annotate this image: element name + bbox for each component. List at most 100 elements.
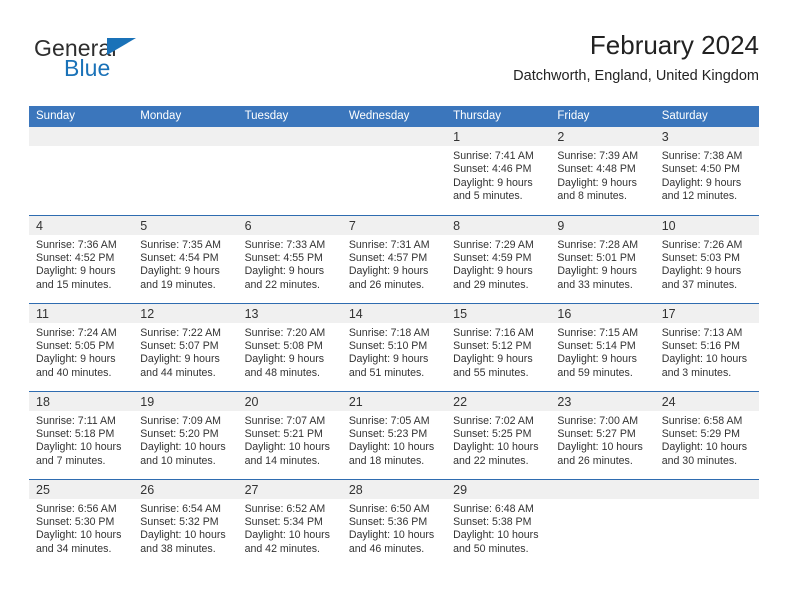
calendar-day-cell[interactable]: 17 Sunrise: 7:13 AM Sunset: 5:16 PM Dayligh… [654,302,759,391]
day-number: 17 [661,306,676,321]
sunset-text: Sunset: 5:30 PM [36,515,115,528]
calendar-day-cell[interactable]: 5 Sunrise: 7:35 AM Sunset: 4:54 PM Daylight… [133,214,238,303]
daylight-text-line2: and 5 minutes. [453,190,523,203]
calendar-day-cell[interactable]: 7 Sunrise: 7:31 AM Sunset: 4:57 PM Daylight… [341,214,447,303]
calendar-day-cell[interactable]: 1 Sunrise: 7:41 AM Sunset: 4:46 PM Daylight… [446,127,551,215]
sunset-text: Sunset: 5:34 PM [244,515,323,528]
triangle-flag-icon [107,38,136,55]
calendar-day-cell[interactable]: 15 Sunrise: 7:16 AM Sunset: 5:12 PM Dayligh… [446,302,551,391]
general-blue-logo[interactable]: General Blue [34,36,254,92]
daylight-text-line1: Daylight: 9 hours [244,265,325,278]
calendar-day-cell[interactable]: 25 Sunrise: 6:56 AM Sunset: 5:30 PM Dayligh… [29,478,134,567]
day-number-strip: 8 [446,215,551,235]
day-details: Sunrise: 6:50 AM Sunset: 5:36 PM Daylight:… [342,499,446,557]
day-details: Sunrise: 6:58 AM Sunset: 5:29 PM Daylight:… [655,411,759,469]
sunset-text: Sunset: 5:20 PM [140,427,219,440]
sunrise-text: Sunrise: 7:38 AM [661,150,743,162]
day-details: Sunrise: 7:09 AM Sunset: 5:20 PM Daylight:… [133,411,237,469]
day-details: Sunrise: 6:56 AM Sunset: 5:30 PM Daylight:… [29,499,133,557]
sunset-text: Sunset: 4:50 PM [661,163,741,176]
sunrise-text: Sunrise: 7:39 AM [557,150,639,162]
calendar-day-cell[interactable]: 29 Sunrise: 6:48 AM Sunset: 5:38 PM Dayligh… [446,478,551,567]
calendar-week-row: 25 Sunrise: 6:56 AM Sunset: 5:30 PM Dayligh… [29,478,759,567]
day-number: 26 [140,482,155,497]
calendar-day-cell[interactable]: 14 Sunrise: 7:18 AM Sunset: 5:10 PM Dayligh… [341,302,447,391]
day-details: Sunrise: 7:35 AM Sunset: 4:54 PM Daylight:… [133,235,237,293]
calendar-day-cell[interactable]: 28 Sunrise: 6:50 AM Sunset: 5:36 PM Dayligh… [341,478,447,567]
calendar-day-cell[interactable]: 4 Sunrise: 7:36 AM Sunset: 4:52 PM Daylight… [29,214,134,303]
day-number-strip: 12 [133,303,238,323]
sunrise-text: Sunrise: 7:33 AM [244,238,326,251]
day-number: 28 [348,482,363,497]
calendar-day-cell[interactable]: 6 Sunrise: 7:33 AM Sunset: 4:55 PM Daylight… [237,214,342,303]
calendar-day-cell[interactable]: 23 Sunrise: 7:00 AM Sunset: 5:27 PM Dayligh… [550,390,655,479]
daylight-text-line2: and 55 minutes. [453,366,529,379]
daylight-text-line2: and 50 minutes. [453,542,529,555]
weekday-header-sunday: Sunday [29,106,134,127]
sunrise-text: Sunrise: 7:05 AM [348,414,430,427]
daylight-text-line1: Daylight: 9 hours [557,265,637,278]
sunset-text: Sunset: 4:48 PM [557,163,636,176]
sunset-text: Sunset: 4:59 PM [453,251,532,264]
day-number: 19 [140,394,155,409]
sunrise-text: Sunrise: 7:16 AM [453,326,534,339]
daylight-text-line2: and 48 minutes. [244,366,320,379]
calendar-day-cell-empty [550,478,655,567]
day-details: Sunrise: 6:52 AM Sunset: 5:34 PM Daylight:… [238,499,342,557]
sunrise-text: Sunrise: 7:20 AM [244,326,326,339]
calendar-day-cell[interactable]: 20 Sunrise: 7:07 AM Sunset: 5:21 PM Dayligh… [237,390,342,479]
calendar-day-cell[interactable]: 21 Sunrise: 7:05 AM Sunset: 5:23 PM Dayligh… [341,390,447,479]
day-number-strip: 26 [133,479,238,499]
calendar-day-cell[interactable]: 8 Sunrise: 7:29 AM Sunset: 4:59 PM Daylight… [446,214,551,303]
daylight-text-line1: Daylight: 9 hours [557,353,637,366]
daylight-text-line2: and 15 minutes. [36,278,112,291]
day-number: 4 [36,218,43,233]
sunset-text: Sunset: 4:54 PM [140,251,219,264]
sunset-text: Sunset: 5:16 PM [661,339,741,352]
sunset-text: Sunset: 4:52 PM [36,251,115,264]
calendar-day-cell[interactable]: 10 Sunrise: 7:26 AM Sunset: 5:03 PM Dayligh… [654,214,759,303]
calendar-day-cell[interactable]: 3 Sunrise: 7:38 AM Sunset: 4:50 PM Daylight… [654,127,759,215]
daylight-text-line2: and 26 minutes. [348,278,425,291]
calendar-day-cell[interactable]: 19 Sunrise: 7:09 AM Sunset: 5:20 PM Dayligh… [133,390,238,479]
daylight-text-line1: Daylight: 9 hours [140,265,220,278]
calendar-day-cell[interactable]: 11 Sunrise: 7:24 AM Sunset: 5:05 PM Dayligh… [29,302,134,391]
day-details: Sunrise: 7:18 AM Sunset: 5:10 PM Daylight:… [342,323,446,381]
daylight-text-line2: and 19 minutes. [140,278,216,291]
day-details: Sunrise: 7:26 AM Sunset: 5:03 PM Daylight:… [655,235,759,293]
calendar-week-row: 18 Sunrise: 7:11 AM Sunset: 5:18 PM Dayligh… [29,390,759,479]
calendar-day-cell[interactable]: 18 Sunrise: 7:11 AM Sunset: 5:18 PM Dayligh… [29,390,134,479]
calendar-day-cell[interactable]: 13 Sunrise: 7:20 AM Sunset: 5:08 PM Dayligh… [237,302,342,391]
sunrise-text: Sunrise: 7:07 AM [244,414,326,427]
calendar-day-cell[interactable]: 2 Sunrise: 7:39 AM Sunset: 4:48 PM Daylight… [550,127,655,215]
calendar-week-row: 4 Sunrise: 7:36 AM Sunset: 4:52 PM Daylight… [29,214,759,303]
day-number-strip [341,127,447,146]
sunset-text: Sunset: 4:55 PM [244,251,323,264]
daylight-text-line1: Daylight: 10 hours [348,441,435,454]
day-details: Sunrise: 7:07 AM Sunset: 5:21 PM Daylight:… [238,411,342,469]
logo-text-blue: Blue [64,55,111,81]
day-details: Sunrise: 7:11 AM Sunset: 5:18 PM Daylight:… [29,411,133,469]
calendar-day-cell[interactable]: 9 Sunrise: 7:28 AM Sunset: 5:01 PM Daylight… [550,214,655,303]
day-details: Sunrise: 6:54 AM Sunset: 5:32 PM Daylight:… [133,499,237,557]
day-number: 12 [140,306,155,321]
calendar-day-cell[interactable]: 22 Sunrise: 7:02 AM Sunset: 5:25 PM Dayligh… [446,390,551,479]
calendar-day-cell[interactable]: 27 Sunrise: 6:52 AM Sunset: 5:34 PM Dayligh… [237,478,342,567]
calendar-day-cell[interactable]: 24 Sunrise: 6:58 AM Sunset: 5:29 PM Dayligh… [654,390,759,479]
calendar-day-cell[interactable]: 16 Sunrise: 7:15 AM Sunset: 5:14 PM Dayligh… [550,302,655,391]
daylight-text-line1: Daylight: 9 hours [557,176,637,189]
daylight-text-line2: and 30 minutes. [661,454,738,467]
sunrise-text: Sunrise: 7:35 AM [140,238,221,251]
sunrise-text: Sunrise: 7:18 AM [348,326,430,339]
day-details: Sunrise: 7:22 AM Sunset: 5:07 PM Daylight:… [133,323,237,381]
calendar-day-cell[interactable]: 26 Sunrise: 6:54 AM Sunset: 5:32 PM Dayligh… [133,478,238,567]
day-number: 16 [557,306,572,321]
sunrise-text: Sunrise: 6:56 AM [36,502,117,515]
day-number-strip: 25 [29,479,134,499]
calendar-day-cell[interactable]: 12 Sunrise: 7:22 AM Sunset: 5:07 PM Dayligh… [133,302,238,391]
day-details: Sunrise: 7:20 AM Sunset: 5:08 PM Daylight:… [238,323,342,381]
calendar-day-cell-empty [133,127,238,215]
day-number-strip [654,479,759,499]
day-number: 7 [348,218,356,233]
day-number: 2 [557,130,565,144]
